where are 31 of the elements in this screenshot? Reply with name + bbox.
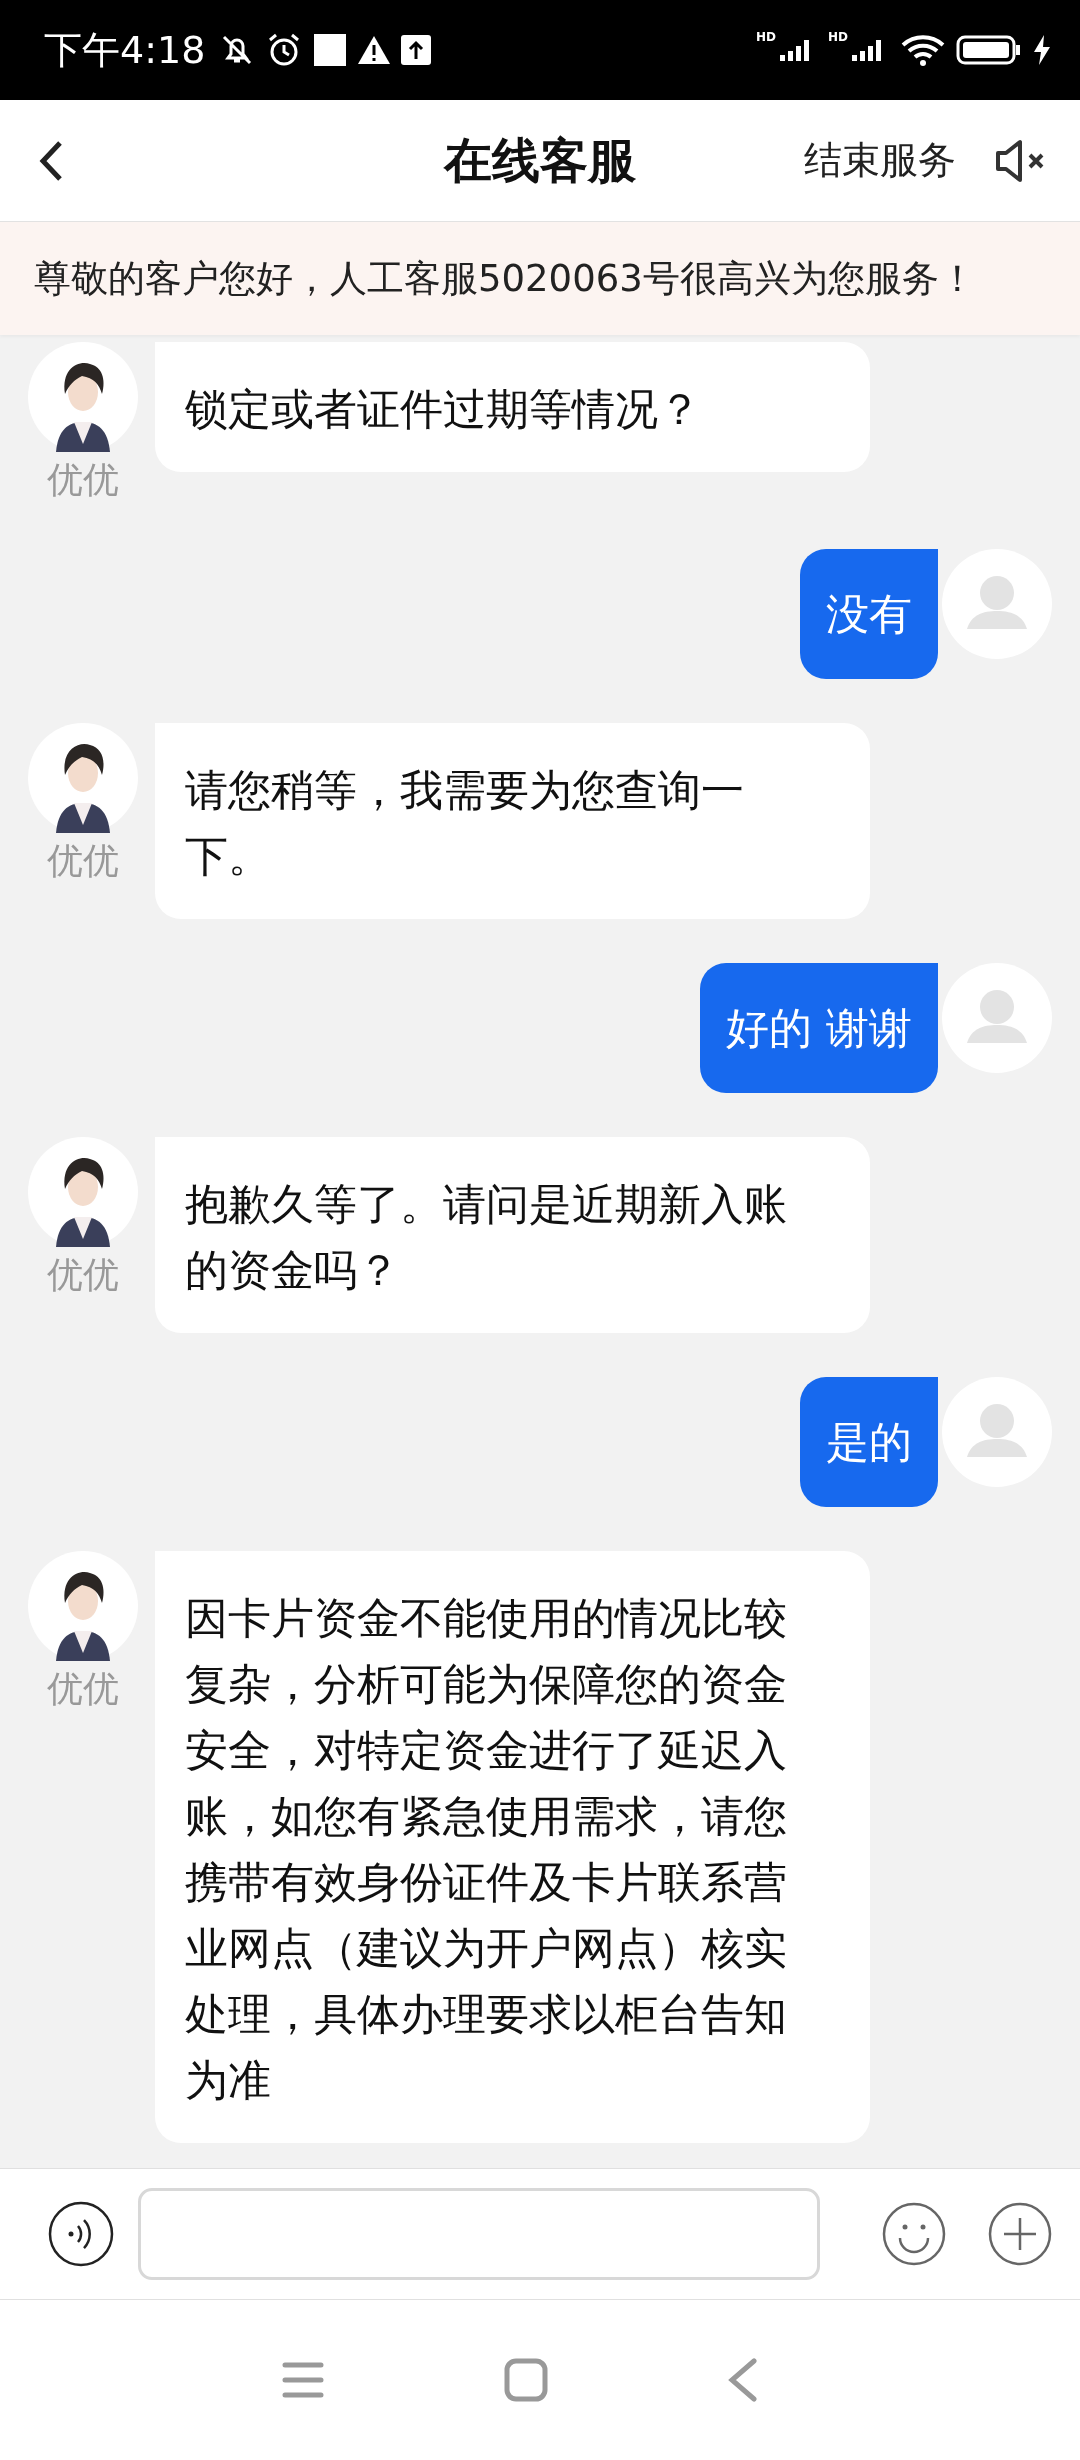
agent-message-bubble: 因卡片资金不能使用的情况比较复杂，分析可能为保障您的资金安全，对特定资金进行了延迟入账，如您有紧急使用需求，请您携带有效身份证件及卡片联系营业网点（建议为开户网点）核实处理，具体办理要求以柜台告知为准	[155, 1551, 870, 2143]
home-icon[interactable]	[504, 2358, 548, 2402]
agent-name: 优优	[47, 1253, 119, 1297]
battery-icon	[956, 35, 1022, 65]
menu-icon[interactable]	[282, 2360, 324, 2400]
welcome-notice: 尊敬的客户您好，人工客服5020063号很高兴为您服务！	[34, 255, 976, 302]
square-icon	[313, 33, 348, 67]
page-title: 在线客服	[444, 130, 636, 190]
network-label: HD	[828, 30, 848, 44]
network-label: HD	[755, 30, 776, 44]
emoji-icon[interactable]	[882, 2202, 946, 2266]
end-service-button[interactable]: 结束服务	[800, 131, 960, 190]
agent-name: 优优	[47, 839, 119, 883]
message-input-field[interactable]	[138, 2188, 820, 2280]
chevron-left-icon	[38, 139, 64, 182]
agent-message-bubble: 锁定或者证件过期等情况？	[155, 342, 870, 472]
user-message-bubble: 好的 谢谢	[700, 963, 938, 1093]
voice-icon[interactable]	[48, 2201, 114, 2267]
clock-time: 下午4:18	[44, 26, 206, 74]
user-message-bubble: 是的	[800, 1377, 938, 1507]
upload-icon	[401, 35, 432, 65]
wifi-icon	[900, 33, 946, 67]
charging-icon	[1032, 34, 1052, 66]
add-icon[interactable]	[988, 2202, 1052, 2266]
back-icon[interactable]	[728, 2358, 758, 2402]
agent-message-bubble: 请您稍等，我需要为您查询一下。	[155, 723, 870, 919]
user-message-bubble: 没有	[800, 549, 938, 679]
warning-icon	[357, 35, 392, 65]
agent-name: 优优	[47, 1667, 119, 1711]
agent-name: 优优	[47, 458, 119, 502]
agent-message-bubble: 抱歉久等了。请问是近期新入账的资金吗？	[155, 1137, 870, 1333]
